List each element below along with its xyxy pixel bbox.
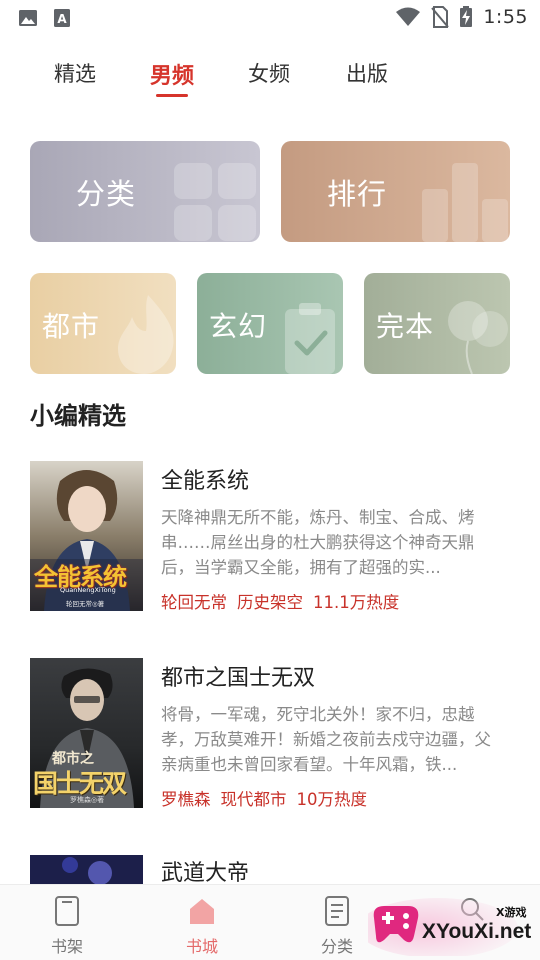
balloons-icon <box>448 301 508 374</box>
nav-bookshelf-label: 书架 <box>50 937 83 956</box>
book-description: 将骨，一军魂，死守北关外！家不归，忠越孝，万敌莫难开！新婚之夜前去戍守边疆，父亲… <box>161 705 491 774</box>
book-title: 都市之国士无双 <box>161 666 316 691</box>
fantasy-card-label: 玄幻 <box>209 310 268 343</box>
image-icon <box>19 10 37 26</box>
tab-female[interactable]: 女频 <box>248 58 290 88</box>
book-author: 罗樵森 <box>161 790 211 809</box>
bookshelf-icon <box>55 896 79 926</box>
book-item[interactable]: 都市之 国士无双 罗樵森◎著 都市之国士无双 将骨，一军魂，死守北关外！家不归，… <box>30 658 510 810</box>
nav-category-label: 分类 <box>320 937 353 956</box>
completed-card-label: 完本 <box>376 310 435 343</box>
nav-bookshelf[interactable]: 书架 <box>27 895 107 957</box>
flame-icon <box>118 295 174 374</box>
urban-card[interactable]: 都市 <box>30 273 176 374</box>
book-cover: 全能系统 QuanNengXiTong 轮回无常◎著 <box>30 461 143 611</box>
no-sim-icon <box>431 6 450 28</box>
book-cover <box>30 855 143 885</box>
book-item[interactable]: 全能系统 QuanNengXiTong 轮回无常◎著 全能系统 天降神鼎无所不能… <box>30 461 510 613</box>
top-tabs: 精选 男频 女频 出版 <box>0 58 540 102</box>
fantasy-card[interactable]: 玄幻 <box>197 273 343 374</box>
book-item[interactable]: 武道大帝 <box>30 855 510 885</box>
a-notification-icon: A <box>54 9 70 27</box>
wifi-icon <box>396 7 421 26</box>
watermark-top: X游戏 <box>496 906 527 919</box>
category-card-label: 分类 <box>76 177 137 211</box>
urban-card-label: 都市 <box>42 310 101 343</box>
cover-pinyin: QuanNengXiTong <box>60 586 116 594</box>
tab-active-indicator <box>156 94 188 97</box>
watermark-logo: X游戏 XYouXi.net <box>368 892 536 956</box>
book-cover: 都市之 国士无双 罗樵森◎著 <box>30 658 143 808</box>
book-author: 轮回无常 <box>161 593 227 612</box>
tab-male[interactable]: 男频 <box>150 58 194 90</box>
clipboard-check-icon <box>285 303 335 374</box>
battery-charging-icon <box>460 6 473 27</box>
book-heat: 10万热度 <box>296 790 368 809</box>
tab-publish[interactable]: 出版 <box>346 58 388 88</box>
bar-chart-icon <box>422 163 508 242</box>
category-card[interactable]: 分类 <box>30 141 260 242</box>
clock: 1:55 <box>483 6 528 28</box>
book-description: 天降神鼎无所不能，炼丹、制宝、合成、烤串……屌丝出身的杜大鹏获得这个神奇天鼎后，… <box>161 508 475 577</box>
book-title: 全能系统 <box>161 469 250 494</box>
grid-icon <box>174 163 256 241</box>
nav-bookstore[interactable]: 书城 <box>162 895 242 957</box>
book-meta: 罗樵森 现代都市 10万热度 <box>161 786 367 810</box>
category-icon <box>325 896 349 926</box>
book-title: 武道大帝 <box>161 861 250 885</box>
completed-card[interactable]: 完本 <box>364 273 510 374</box>
section-title-editor-picks: 小编精选 <box>30 402 126 430</box>
cover-author: 罗樵森◎著 <box>70 796 105 804</box>
svg-text:A: A <box>57 12 67 26</box>
book-heat: 11.1万热度 <box>313 593 400 612</box>
cover-author: 轮回无常◎著 <box>66 600 105 608</box>
ranking-card-label: 排行 <box>327 177 388 211</box>
tab-featured[interactable]: 精选 <box>54 58 96 88</box>
nav-bookstore-label: 书城 <box>185 937 218 956</box>
book-genre: 现代都市 <box>220 790 287 809</box>
nav-category[interactable]: 分类 <box>297 895 377 957</box>
book-meta: 轮回无常 历史架空 11.1万热度 <box>161 589 399 613</box>
status-bar: A 1:55 <box>0 0 540 36</box>
ranking-card[interactable]: 排行 <box>281 141 510 242</box>
book-genre: 历史架空 <box>237 593 303 612</box>
watermark-text: XYouXi.net <box>422 920 532 943</box>
bookstore-icon <box>190 899 214 924</box>
